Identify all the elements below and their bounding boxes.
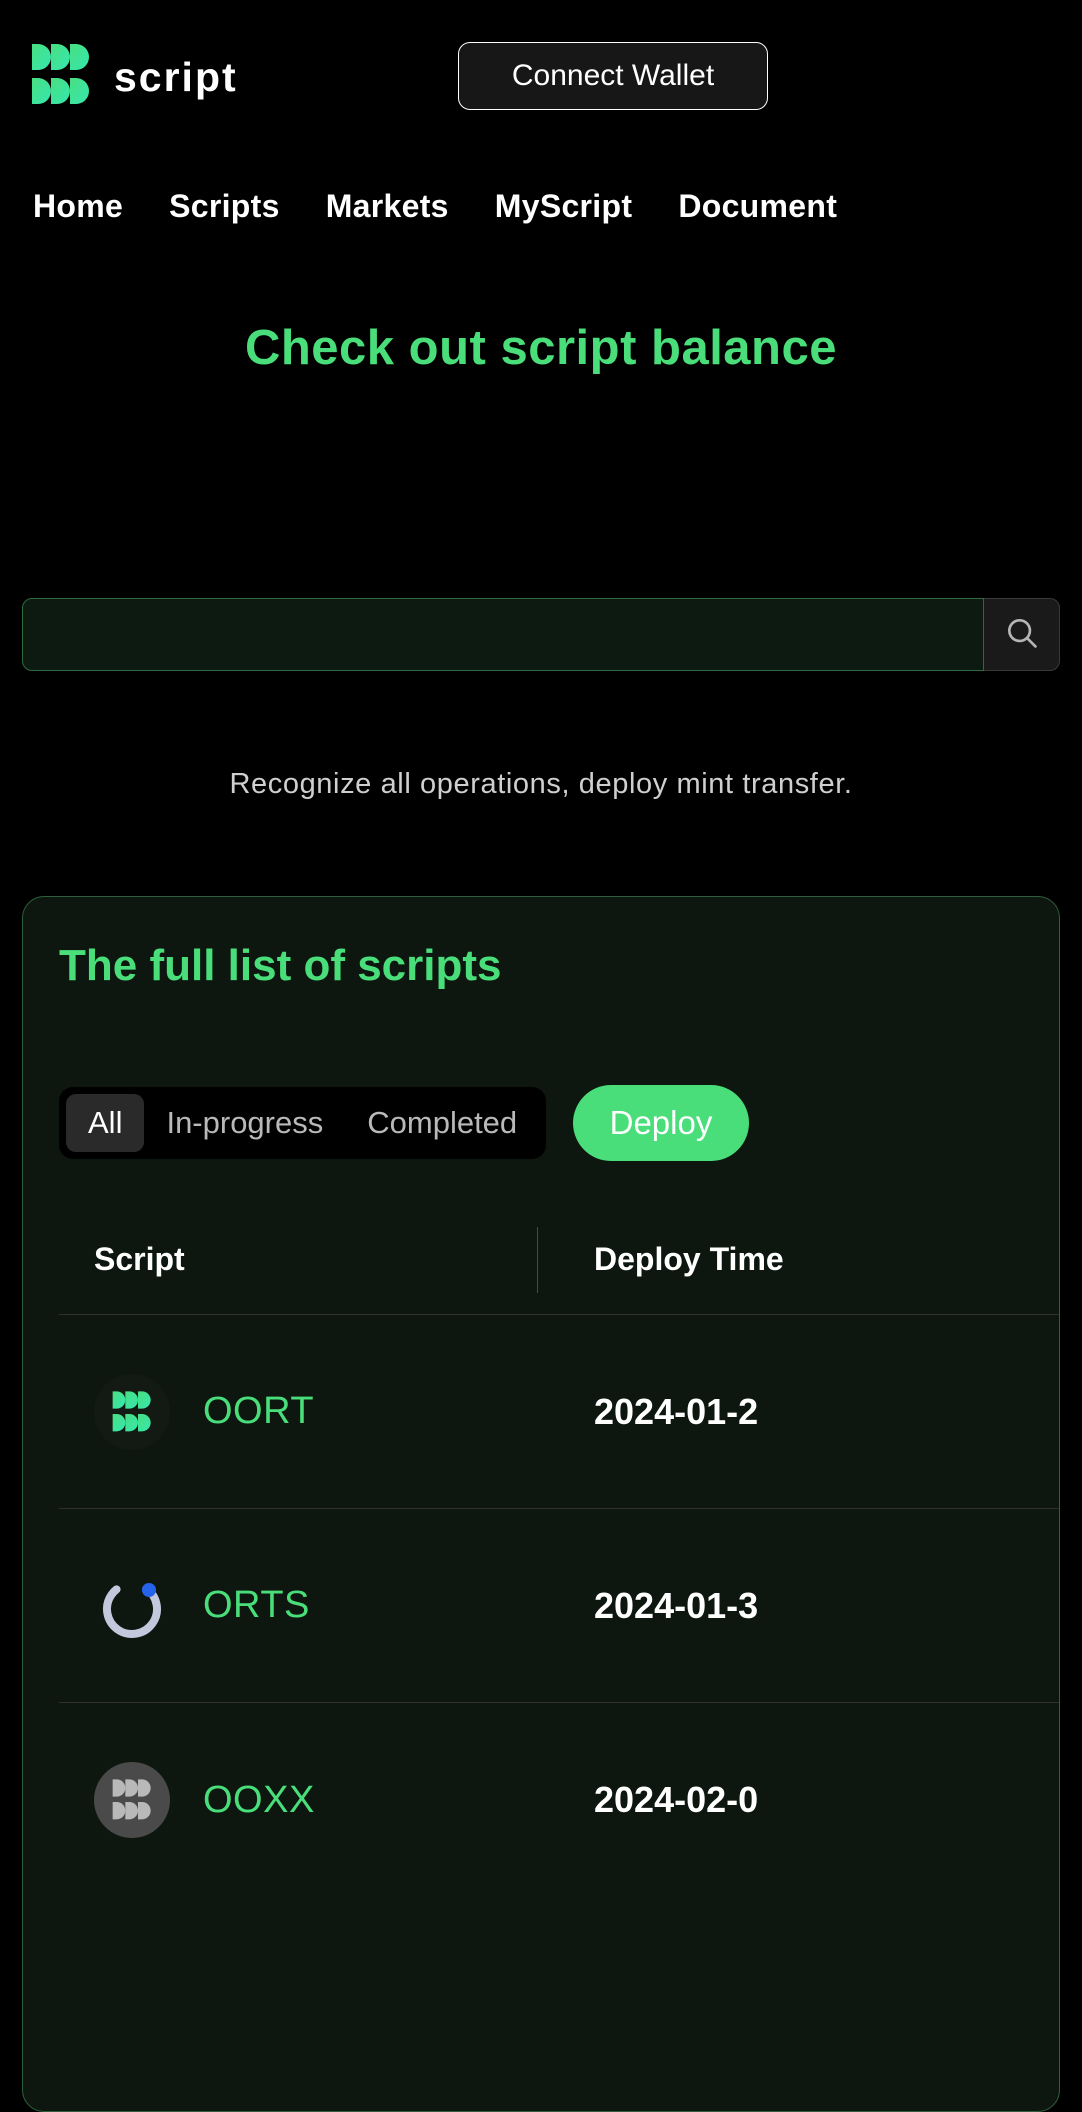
scripts-card-title: The full list of scripts [59,941,502,990]
script-name: OOXX [203,1778,315,1821]
connect-wallet-button[interactable]: Connect Wallet [458,42,768,110]
cell-script: OORT [59,1373,537,1450]
cell-deploy-time: 2024-01-2 [594,1390,759,1432]
search-icon [1003,614,1041,655]
nav-item-scripts[interactable]: Scripts [169,188,280,225]
tab-all[interactable]: All [66,1094,145,1152]
cell-script: OOXX [59,1762,537,1838]
scripts-card: The full list of scripts All In-progress… [22,896,1060,2112]
script-logo-icon [30,42,92,113]
column-divider [537,1227,538,1293]
table-row[interactable]: OOXX 2024-02-0 [59,1703,1059,1897]
cell-script: ORTS [59,1568,537,1644]
column-header-deploy-time: Deploy Time [594,1241,784,1277]
main-nav: Home Scripts Markets MyScript Document [0,176,1082,236]
search-input[interactable] [22,598,984,671]
site-header: script Connect Wallet [0,0,1082,160]
table-row[interactable]: OORT 2024-01-2 [59,1315,1059,1509]
brand[interactable]: script [30,42,238,113]
column-header-script: Script [94,1241,185,1277]
nav-item-home[interactable]: Home [33,188,123,225]
tab-completed[interactable]: Completed [345,1094,539,1152]
brand-name: script [114,54,238,100]
cell-deploy-time: 2024-02-0 [594,1779,759,1820]
loading-spinner-icon [94,1568,170,1644]
nav-item-document[interactable]: Document [678,188,837,225]
page-title: Check out script balance [244,321,837,375]
tab-in-progress[interactable]: In-progress [144,1094,345,1152]
script-logo-icon [94,1373,170,1450]
filter-tabs: All In-progress Completed [59,1087,547,1159]
search-bar [22,598,1060,671]
script-logo-icon [94,1762,170,1838]
deploy-button[interactable]: Deploy [573,1085,749,1161]
table-row[interactable]: ORTS 2024-01-3 [59,1509,1059,1703]
scripts-table: Script Deploy Time OORT 2024-01-2 ORTS 2… [59,1205,1059,1897]
script-name: OORT [203,1390,315,1432]
page-subtitle: Recognize all operations, deploy mint tr… [229,768,853,800]
script-name: ORTS [203,1584,310,1626]
nav-item-markets[interactable]: Markets [326,188,449,225]
search-button[interactable] [984,598,1060,671]
nav-item-myscript[interactable]: MyScript [495,188,633,225]
table-header-row: Script Deploy Time [59,1205,1059,1315]
cell-deploy-time: 2024-01-3 [594,1584,759,1626]
